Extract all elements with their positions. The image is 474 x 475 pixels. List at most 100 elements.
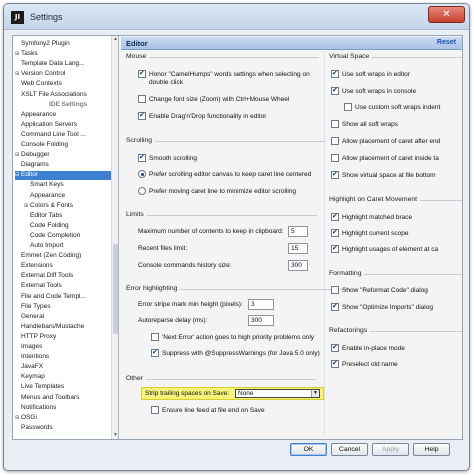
dragdrop-option[interactable]: Enable Drag'n'Drop functionality in edit… bbox=[138, 111, 266, 120]
close-button[interactable]: ✕ bbox=[428, 6, 465, 23]
tree-item[interactable]: Images bbox=[15, 343, 42, 352]
tree-item[interactable]: ⊞ OSGi bbox=[15, 414, 37, 423]
optimize-imports-option[interactable]: Show "Optimize Imports" dialog bbox=[331, 302, 433, 311]
recent-files-input[interactable]: 15 bbox=[288, 243, 308, 254]
tree-item[interactable]: ⊞ Version Control bbox=[15, 70, 65, 79]
dragdrop-checkbox[interactable] bbox=[138, 111, 146, 120]
tree-item[interactable]: Extensions bbox=[15, 262, 53, 271]
tree-item[interactable]: Smart Keys bbox=[24, 181, 64, 190]
tree-item[interactable]: Live Templates bbox=[15, 383, 64, 392]
strip-spaces-select[interactable]: None ▼ bbox=[235, 389, 320, 398]
ensure-linefeed-option[interactable]: Ensure line feed at file end on Save bbox=[151, 406, 265, 414]
matched-brace-option[interactable]: Highlight matched brace bbox=[331, 212, 412, 221]
prefer-move-option[interactable]: Prefer moving caret line to minimize edi… bbox=[138, 187, 296, 195]
tree-item[interactable]: ⊟ Editor bbox=[15, 171, 112, 180]
show-all-wraps-checkbox[interactable] bbox=[331, 120, 339, 128]
caret-inside-tabs-option[interactable]: Allow placement of caret inside ta bbox=[331, 154, 439, 162]
cancel-button[interactable]: Cancel bbox=[331, 443, 368, 456]
ensure-linefeed-checkbox[interactable] bbox=[151, 406, 159, 414]
smooth-scrolling-option[interactable]: Smooth scrolling bbox=[138, 153, 197, 162]
tree-item[interactable]: HTTP Proxy bbox=[15, 333, 56, 342]
soft-wraps-console-option[interactable]: Use soft wraps in console bbox=[331, 86, 416, 95]
soft-wraps-editor-checkbox[interactable] bbox=[331, 69, 339, 78]
current-scope-checkbox[interactable] bbox=[331, 228, 339, 237]
prefer-scroll-option[interactable]: Prefer scrolling editor canvas to keep c… bbox=[138, 170, 311, 178]
tree-item[interactable]: External Diff Tools bbox=[15, 272, 73, 281]
soft-wraps-editor-option[interactable]: Use soft wraps in editor bbox=[331, 69, 410, 78]
usages-option[interactable]: Highlight usages of element at ca bbox=[331, 244, 438, 253]
tree-item[interactable]: Code Folding bbox=[24, 222, 69, 231]
matched-brace-checkbox[interactable] bbox=[331, 212, 339, 221]
inplace-mode-option[interactable]: Enable in-place mode bbox=[331, 343, 405, 352]
console-history-input[interactable]: 300 bbox=[288, 260, 308, 271]
tree-item[interactable]: Keymap bbox=[15, 373, 45, 382]
custom-indent-option[interactable]: Use custom soft wraps indent bbox=[344, 103, 440, 111]
scroll-down-icon[interactable]: ▼ bbox=[112, 432, 118, 439]
usages-checkbox[interactable] bbox=[331, 244, 339, 253]
zoom-option[interactable]: Change font size (Zoom) with Ctrl+Mouse … bbox=[138, 95, 289, 103]
tree-item[interactable]: Menus and Toolbars bbox=[15, 394, 79, 403]
tree-item[interactable]: Web Contexts bbox=[15, 80, 62, 89]
tree-item[interactable]: Symfony2 Plugin bbox=[15, 40, 70, 49]
preselect-name-option[interactable]: Preselect old name bbox=[331, 359, 398, 368]
tree-item[interactable]: ⊞ Tasks bbox=[15, 50, 38, 59]
caret-inside-tabs-checkbox[interactable] bbox=[331, 154, 339, 162]
reformat-dialog-checkbox[interactable] bbox=[331, 286, 339, 294]
tree-item[interactable]: XSLT File Associations bbox=[15, 91, 87, 100]
show-all-wraps-option[interactable]: Show all soft wraps bbox=[331, 120, 398, 128]
zoom-checkbox[interactable] bbox=[138, 95, 146, 103]
autoreparse-input[interactable]: 300 bbox=[248, 315, 274, 326]
help-button[interactable]: Help bbox=[413, 443, 450, 456]
current-scope-option[interactable]: Highlight current scope bbox=[331, 228, 408, 237]
tree-item[interactable]: ⊞ Colors & Fonts bbox=[24, 202, 73, 211]
tree-scrollbar[interactable]: ▲ ▼ bbox=[111, 36, 118, 439]
preselect-name-checkbox[interactable] bbox=[331, 359, 339, 368]
reformat-dialog-option[interactable]: Show "Reformat Code" dialog bbox=[331, 286, 428, 294]
suppress-warnings-checkbox[interactable] bbox=[151, 348, 159, 357]
tree-item[interactable]: JavaFX bbox=[15, 363, 43, 372]
tree-item[interactable]: General bbox=[15, 313, 44, 322]
camelhumps-checkbox[interactable] bbox=[138, 69, 146, 78]
chevron-down-icon[interactable]: ▼ bbox=[311, 390, 319, 397]
tree-item[interactable]: ⊞ Debugger bbox=[15, 151, 50, 160]
title-bar[interactable]: JI Settings ✕ bbox=[4, 4, 469, 30]
tree-item[interactable]: Notifications bbox=[15, 404, 56, 413]
scroll-up-icon[interactable]: ▲ bbox=[112, 36, 118, 43]
suppress-warnings-option[interactable]: Suppress with @SuppressWarnings (for Jav… bbox=[151, 348, 320, 357]
tree-item[interactable]: Passwords bbox=[15, 424, 53, 433]
tree-item[interactable]: External Tools bbox=[15, 282, 62, 291]
reset-link[interactable]: Reset bbox=[437, 39, 456, 46]
soft-wraps-console-checkbox[interactable] bbox=[331, 86, 339, 95]
virtual-space-bottom-checkbox[interactable] bbox=[331, 170, 339, 179]
clipboard-input[interactable]: 5 bbox=[288, 226, 308, 237]
caret-after-end-checkbox[interactable] bbox=[331, 137, 339, 145]
tree-item[interactable]: File and Code Templ... bbox=[15, 293, 86, 302]
smooth-scrolling-checkbox[interactable] bbox=[138, 153, 146, 162]
tree-item[interactable]: Intentions bbox=[15, 353, 49, 362]
tree-item[interactable]: Appearance bbox=[24, 192, 65, 201]
tree-item[interactable]: Handlebars/Mustache bbox=[15, 323, 84, 332]
tree-item[interactable]: Editor Tabs bbox=[24, 212, 62, 221]
tree-item[interactable]: Command Line Tool ... bbox=[15, 131, 86, 140]
caret-after-end-option[interactable]: Allow placement of caret after end bbox=[331, 137, 440, 145]
inplace-mode-checkbox[interactable] bbox=[331, 343, 339, 352]
tree-item[interactable]: Application Servers bbox=[15, 121, 77, 130]
tree-item[interactable]: Emmet (Zen Coding) bbox=[15, 252, 81, 261]
next-error-option[interactable]: 'Next Error' action goes to high priorit… bbox=[151, 333, 314, 341]
camelhumps-option[interactable]: Honor "CamelHumps" words settings when s… bbox=[138, 69, 310, 78]
next-error-checkbox[interactable] bbox=[151, 333, 159, 341]
tree-item[interactable]: Diagrams bbox=[15, 161, 49, 170]
scroll-thumb[interactable] bbox=[113, 244, 118, 334]
tree-item[interactable]: File Types bbox=[15, 303, 51, 312]
ok-button[interactable]: OK bbox=[290, 443, 327, 456]
tree-item[interactable]: Code Completion bbox=[24, 232, 80, 241]
apply-button[interactable]: Apply bbox=[372, 443, 409, 456]
prefer-scroll-radio[interactable] bbox=[138, 170, 146, 178]
virtual-space-bottom-option[interactable]: Show virtual space at file bottom bbox=[331, 170, 436, 179]
prefer-move-radio[interactable] bbox=[138, 187, 146, 195]
optimize-imports-checkbox[interactable] bbox=[331, 302, 339, 311]
tree-item[interactable]: Template Data Lang... bbox=[15, 60, 85, 69]
tree-item[interactable]: Appearance bbox=[15, 111, 56, 120]
custom-indent-checkbox[interactable] bbox=[344, 103, 352, 111]
tree-item[interactable]: Auto Import bbox=[24, 242, 64, 251]
